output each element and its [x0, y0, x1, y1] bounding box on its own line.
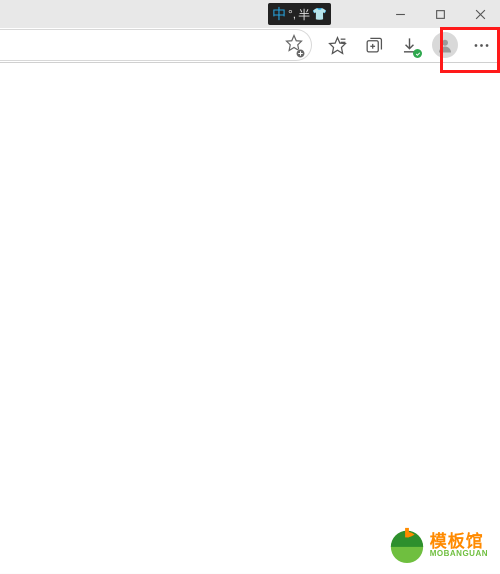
favorites-button[interactable]: [320, 30, 354, 60]
ime-mode: 中: [272, 7, 286, 21]
maximize-icon: [435, 9, 446, 20]
watermark-name-cn: 模板馆: [430, 533, 488, 550]
minimize-button[interactable]: [380, 0, 420, 28]
maximize-button[interactable]: [420, 0, 460, 28]
profile-button[interactable]: [428, 30, 462, 60]
ime-extra: 👕: [312, 7, 327, 21]
watermark: 模板馆 MOBANGUAN: [388, 526, 488, 564]
ime-punct: °,: [288, 7, 296, 21]
collections-button[interactable]: [356, 30, 390, 60]
profile-icon: [436, 36, 454, 54]
minimize-icon: [395, 9, 406, 20]
window-titlebar: [0, 0, 500, 28]
more-icon: [472, 36, 491, 55]
plus-badge-icon: [296, 49, 305, 58]
ime-status-bar: 中 °, 半 👕: [268, 3, 331, 25]
close-button[interactable]: [460, 0, 500, 28]
close-icon: [475, 9, 486, 20]
watermark-logo-icon: [388, 526, 426, 564]
favorite-add-button[interactable]: [285, 34, 303, 57]
page-content: [0, 63, 500, 573]
avatar: [432, 32, 458, 58]
download-complete-badge: [413, 49, 422, 58]
favorites-icon: [328, 36, 347, 55]
collections-icon: [364, 36, 383, 55]
address-bar[interactable]: [0, 29, 312, 61]
downloads-button[interactable]: [392, 30, 426, 60]
browser-toolbar: [0, 28, 500, 63]
ime-width: 半: [298, 6, 310, 23]
check-icon: [415, 51, 421, 57]
settings-menu-button[interactable]: [464, 30, 498, 60]
watermark-name-en: MOBANGUAN: [430, 550, 488, 558]
